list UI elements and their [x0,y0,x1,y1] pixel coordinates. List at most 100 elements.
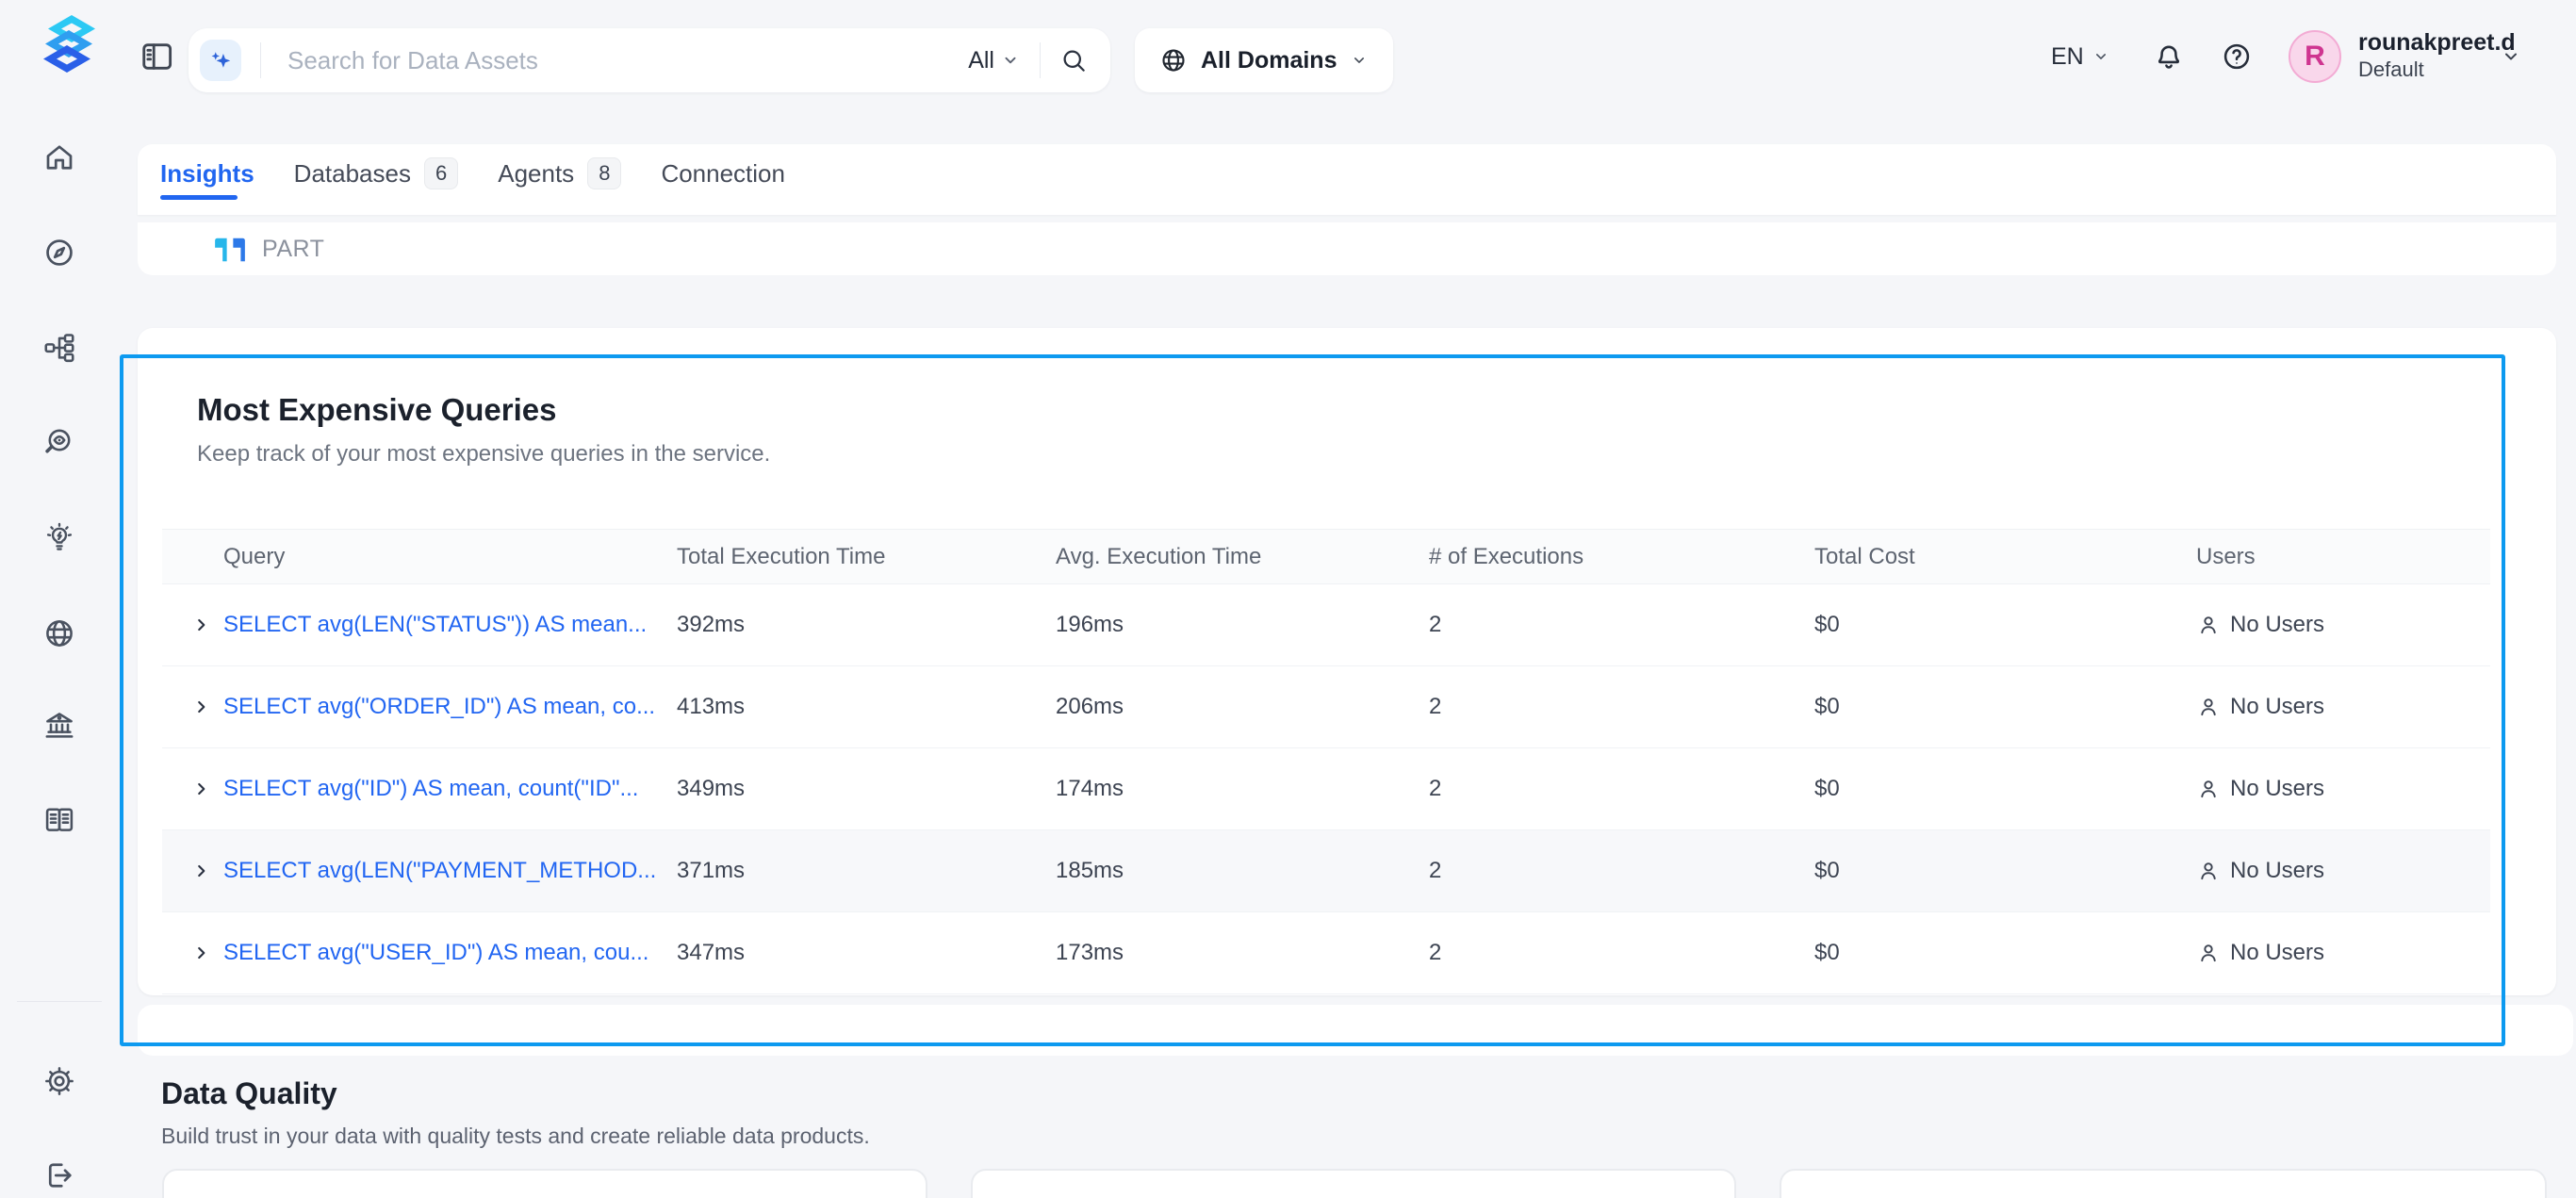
avg-execution-time: 174ms [1056,776,1429,802]
sidebar-item-domains[interactable] [42,616,76,650]
search-input[interactable] [261,46,968,75]
query-link[interactable]: SELECT avg("ORDER_ID") AS mean, co... [223,694,655,720]
active-tab-underline [160,195,238,200]
user-icon [2196,777,2221,801]
data-quality-subtitle: Build trust in your data with quality te… [161,1124,870,1149]
table-header-row: Query Total Execution Time Avg. Executio… [162,529,2490,584]
table-row[interactable]: SELECT avg("ID") AS mean, count("ID"... … [162,748,2490,830]
total-cost: $0 [1814,776,2196,802]
total-execution-time: 392ms [677,612,1056,638]
scrolled-widget-card: PART [138,222,2556,275]
execution-count: 2 [1429,612,1814,638]
col-executions: # of Executions [1429,544,1814,570]
most-expensive-queries-card: Most Expensive Queries Keep track of you… [138,328,2556,995]
total-cost: $0 [1814,694,2196,720]
agents-count-badge: 8 [587,157,621,189]
data-quality-card[interactable] [162,1169,927,1198]
table-row[interactable]: SELECT avg(LEN("STATUS")) AS mean... 392… [162,584,2490,666]
col-total-cost: Total Cost [1814,544,2196,570]
query-link[interactable]: SELECT avg("USER_ID") AS mean, cou... [223,940,648,966]
table-row[interactable]: SELECT avg(LEN("PAYMENT_METHOD... 371ms … [162,830,2490,912]
sidebar-item-logout[interactable] [42,1158,76,1192]
expand-chevron-right-icon[interactable] [191,943,212,963]
language-selector[interactable]: EN [2051,0,2110,113]
query-link[interactable]: SELECT avg(LEN("PAYMENT_METHOD... [223,858,656,884]
tab-agents[interactable]: Agents8 [498,157,621,189]
all-domains-button[interactable]: All Domains [1135,28,1393,92]
total-cost: $0 [1814,858,2196,884]
search-scope-select[interactable]: All [968,47,994,74]
tab-insights[interactable]: Insights [160,159,254,189]
service-tabs-panel: Insights Databases6 Agents8 Connection [138,144,2556,215]
sidebar-item-home[interactable] [42,140,76,174]
language-label: EN [2051,43,2084,71]
expand-chevron-right-icon[interactable] [191,615,212,635]
data-quality-card[interactable] [1780,1169,2547,1198]
sidebar-item-lineage[interactable] [42,331,76,365]
data-quality-title: Data Quality [161,1076,337,1111]
section-subtitle: Keep track of your most expensive querie… [197,441,770,468]
expand-chevron-right-icon[interactable] [191,697,212,717]
table-horizontal-scroll-track[interactable] [138,1005,2573,1056]
sidebar-divider [17,1001,102,1002]
col-users: Users [2196,544,2490,570]
chevron-down-icon [1350,51,1369,70]
app-window: All All Domains EN R rounakpreet.d Defau… [0,0,2576,1198]
profile-chevron-down-icon[interactable] [2500,45,2522,68]
total-execution-time: 371ms [677,858,1056,884]
execution-count: 2 [1429,858,1814,884]
user-team: Default [2358,57,2516,83]
global-search-bar[interactable]: All [189,28,1110,92]
user-icon [2196,613,2221,637]
search-icon[interactable] [1059,46,1088,74]
app-logo[interactable] [38,15,100,94]
total-execution-time: 347ms [677,940,1056,966]
expand-chevron-right-icon[interactable] [191,779,212,799]
avg-execution-time: 196ms [1056,612,1429,638]
avg-execution-time: 173ms [1056,940,1429,966]
users-value: No Users [2230,858,2324,884]
total-execution-time: 413ms [677,694,1056,720]
avatar[interactable]: R [2289,30,2341,83]
partition-table-icon [212,236,248,264]
sidebar-item-explore[interactable] [42,236,76,270]
users-value: No Users [2230,776,2324,802]
sidebar-item-insights[interactable] [42,521,76,555]
sidebar-item-governance[interactable] [42,709,76,743]
query-link[interactable]: SELECT avg("ID") AS mean, count("ID"... [223,776,638,802]
tab-connection[interactable]: Connection [661,159,785,189]
query-table-body: SELECT avg(LEN("STATUS")) AS mean... 392… [162,584,2490,994]
avg-execution-time: 206ms [1056,694,1429,720]
partial-row-label[interactable]: PART [262,222,324,275]
all-domains-label: All Domains [1201,47,1337,74]
table-row[interactable]: SELECT avg("USER_ID") AS mean, cou... 34… [162,912,2490,994]
databases-count-badge: 6 [424,157,458,189]
data-quality-card[interactable] [971,1169,1736,1198]
execution-count: 2 [1429,940,1814,966]
execution-count: 2 [1429,694,1814,720]
bell-icon[interactable] [2153,41,2185,73]
chevron-down-icon[interactable] [1000,50,1021,71]
query-link[interactable]: SELECT avg(LEN("STATUS")) AS mean... [223,612,647,638]
table-row[interactable]: SELECT avg("ORDER_ID") AS mean, co... 41… [162,666,2490,748]
total-cost: $0 [1814,612,2196,638]
user-icon [2196,859,2221,883]
col-query: Query [162,544,677,570]
user-icon [2196,941,2221,965]
sidebar-item-glossary[interactable] [42,803,76,837]
total-execution-time: 349ms [677,776,1056,802]
sidebar-item-observability[interactable] [42,426,76,460]
user-info[interactable]: rounakpreet.d Default [2358,28,2516,83]
col-avg-time: Avg. Execution Time [1056,544,1429,570]
divider [1040,42,1041,78]
chevron-down-icon [2092,47,2110,66]
sidebar-toggle-icon[interactable] [139,39,175,74]
section-title: Most Expensive Queries [197,392,556,428]
help-icon[interactable] [2221,41,2253,73]
top-navbar: All All Domains EN R rounakpreet.d Defau… [0,0,2576,113]
sidebar-item-settings[interactable] [42,1064,76,1098]
tab-databases[interactable]: Databases6 [294,157,459,189]
expand-chevron-right-icon[interactable] [191,861,212,881]
queries-table: Query Total Execution Time Avg. Executio… [162,529,2490,994]
sparkle-icon[interactable] [200,40,241,81]
